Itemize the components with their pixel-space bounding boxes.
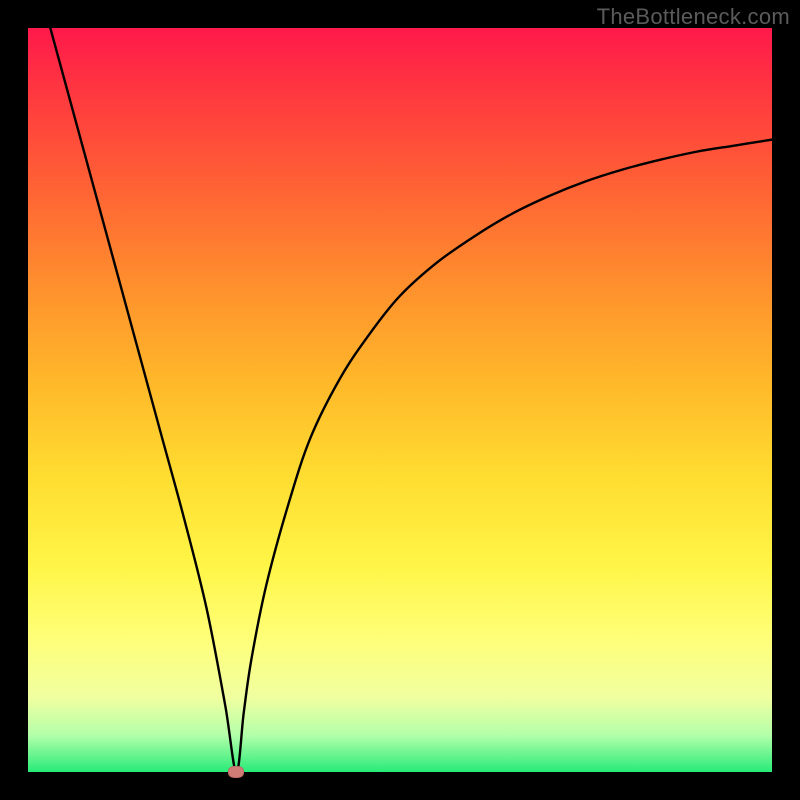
watermark-text: TheBottleneck.com xyxy=(597,4,790,30)
bottleneck-point-marker xyxy=(228,766,244,778)
bottleneck-curve xyxy=(28,28,772,772)
curve-path xyxy=(50,28,772,772)
plot-area xyxy=(28,28,772,772)
